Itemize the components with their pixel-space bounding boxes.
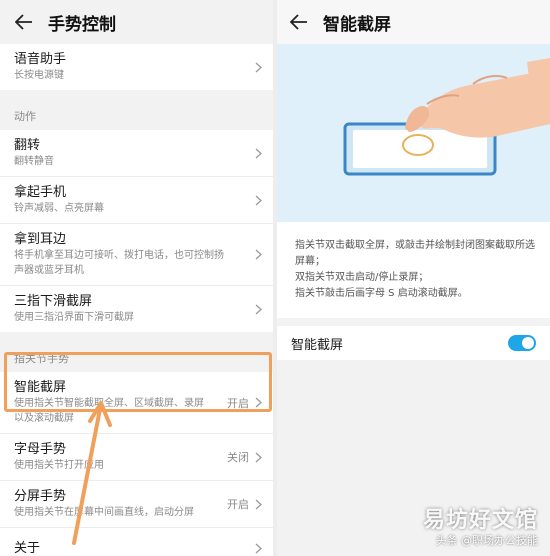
list-item-voice-assistant[interactable]: 语音助手 长按电源键 — [0, 44, 273, 90]
item-title: 关于 — [14, 541, 41, 556]
list-item-letter-gesture[interactable]: 字母手势 使用指关节打开应用 关闭 — [0, 434, 273, 481]
chevron-right-icon — [253, 397, 263, 409]
item-title: 拿起手机 — [14, 185, 67, 200]
item-subtitle: 铃声减弱、点亮屏幕 — [14, 203, 104, 214]
list-item-pick-up[interactable]: 拿起手机 铃声减弱、点亮屏幕 — [0, 177, 273, 224]
toggle-label: 智能截屏 — [291, 337, 344, 353]
description-line: 指关节敲击后画字母 S 启动滚动截屏。 — [295, 288, 468, 299]
list-item-flip[interactable]: 翻转 翻转静音 — [0, 130, 273, 177]
item-subtitle: 翻转静音 — [14, 156, 54, 167]
chevron-right-icon — [253, 249, 263, 261]
status-text: 开启 — [227, 498, 249, 511]
item-title: 分屏手势 — [14, 489, 67, 504]
smart-screenshot-toggle-row: 智能截屏 — [277, 318, 550, 360]
empty-area — [277, 360, 550, 556]
hand-tap-phone-icon — [343, 58, 550, 176]
item-subtitle: 使用指关节打开应用 — [14, 460, 104, 471]
item-subtitle: 将手机拿至耳边可接听、拨打电话，也可控制扬声器或蓝牙耳机 — [14, 250, 224, 276]
description-block: 指关节双击截取全屏，或敲击并绘制封闭图案截取所选屏幕； 双指关节双击启动/停止录… — [277, 222, 550, 318]
description-line: 双指关节双击启动/停止录屏； — [295, 272, 429, 283]
divider — [0, 332, 273, 340]
chevron-right-icon — [253, 194, 263, 206]
item-title: 三指下滑截屏 — [14, 294, 93, 309]
section-label-knuckle: 指关节手势 — [0, 340, 273, 372]
gesture-control-screen: 手势控制 语音助手 长按电源键 动作 翻转 翻转静音 拿起手机 铃声减弱、点亮屏… — [0, 0, 273, 556]
item-subtitle: 长按电源键 — [14, 70, 64, 81]
list-item-split-screen-gesture[interactable]: 分屏手势 使用指关节在屏幕中间画直线，启动分屏 开启 — [0, 481, 273, 528]
item-title: 语音助手 — [14, 52, 67, 67]
voice-assistant-card: 语音助手 长按电源键 — [0, 44, 273, 90]
list-item-smart-screenshot[interactable]: 智能截屏 使用指关节智能截取全屏、区域截屏、录屏以及滚动截屏 开启 — [0, 372, 273, 434]
chevron-right-icon — [253, 147, 263, 159]
status-text: 开启 — [227, 396, 249, 410]
item-subtitle: 使用指关节在屏幕中间画直线，启动分屏 — [14, 507, 194, 518]
item-subtitle: 使用三指沿界面下滑可截屏 — [14, 312, 134, 323]
chevron-right-icon — [253, 498, 263, 510]
knuckle-card: 智能截屏 使用指关节智能截取全屏、区域截屏、录屏以及滚动截屏 开启 字母手势 使… — [0, 372, 273, 556]
toggle-knob — [522, 337, 534, 349]
list-item-three-finger-screenshot[interactable]: 三指下滑截屏 使用三指沿界面下滑可截屏 — [0, 286, 273, 332]
item-subtitle: 使用指关节智能截取全屏、区域截屏、录屏以及滚动截屏 — [14, 398, 204, 424]
status-text: 关闭 — [227, 451, 249, 464]
list-item-about[interactable]: 关于 — [0, 528, 273, 556]
item-title: 拿到耳边 — [14, 232, 67, 247]
back-arrow-icon[interactable] — [14, 12, 34, 32]
page-title: 手势控制 — [48, 14, 116, 35]
chevron-right-icon — [253, 543, 263, 555]
divider — [0, 90, 273, 98]
section-label-actions: 动作 — [0, 98, 273, 130]
page-title: 智能截屏 — [323, 14, 391, 35]
item-title: 翻转 — [14, 138, 41, 153]
header: 手势控制 — [0, 0, 273, 44]
header: 智能截屏 — [277, 0, 550, 44]
gesture-illustration — [277, 44, 550, 222]
description-line: 指关节双击截取全屏，或敲击并绘制封闭图案截取所选屏幕； — [295, 240, 535, 267]
list-item-raise-to-ear[interactable]: 拿到耳边 将手机拿至耳边可接听、拨打电话，也可控制扬声器或蓝牙耳机 — [0, 224, 273, 286]
smart-screenshot-screen: 智能截屏 指关节双击截取全屏，或敲击并绘制封闭图案截取所选屏幕； 双指关节双击启… — [277, 0, 550, 556]
back-arrow-icon[interactable] — [289, 12, 309, 32]
chevron-right-icon — [253, 451, 263, 463]
chevron-right-icon — [253, 303, 263, 315]
item-title: 字母手势 — [14, 442, 67, 457]
smart-screenshot-toggle[interactable] — [508, 335, 536, 351]
chevron-right-icon — [253, 61, 263, 73]
item-title: 智能截屏 — [14, 380, 67, 395]
actions-card: 翻转 翻转静音 拿起手机 铃声减弱、点亮屏幕 拿到耳边 将手机拿至耳边可接听、拨… — [0, 130, 273, 332]
